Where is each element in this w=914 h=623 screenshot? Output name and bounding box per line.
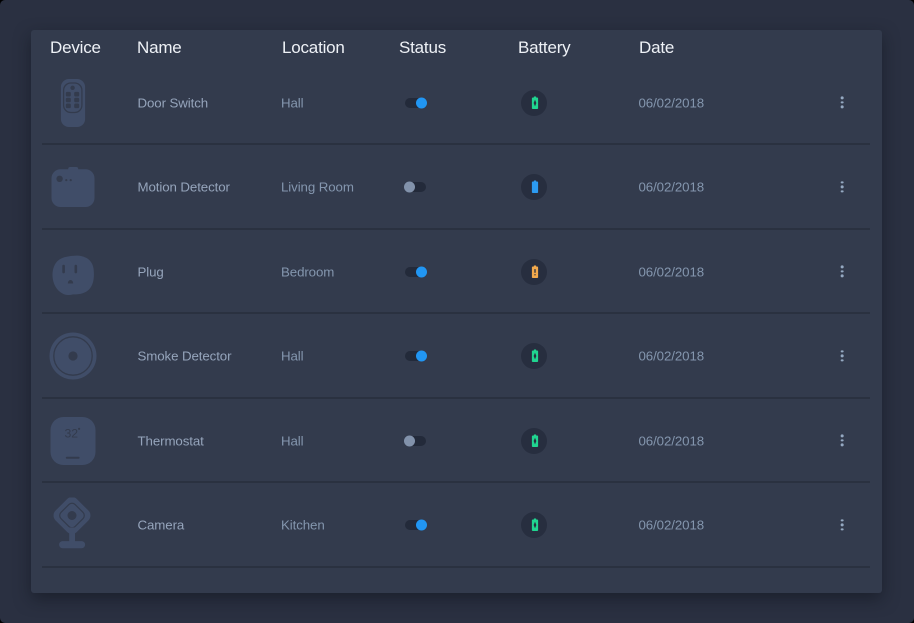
svg-text:32: 32: [65, 426, 79, 440]
